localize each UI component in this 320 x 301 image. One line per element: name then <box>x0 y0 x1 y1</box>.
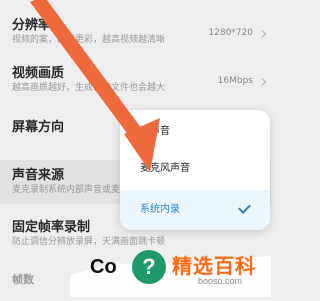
question-badge-icon: ? <box>132 250 166 284</box>
watermark-prefix: Co <box>90 256 117 278</box>
watermark-url: booso.com <box>198 276 243 286</box>
watermark-brand: 精选百科 <box>172 254 256 278</box>
